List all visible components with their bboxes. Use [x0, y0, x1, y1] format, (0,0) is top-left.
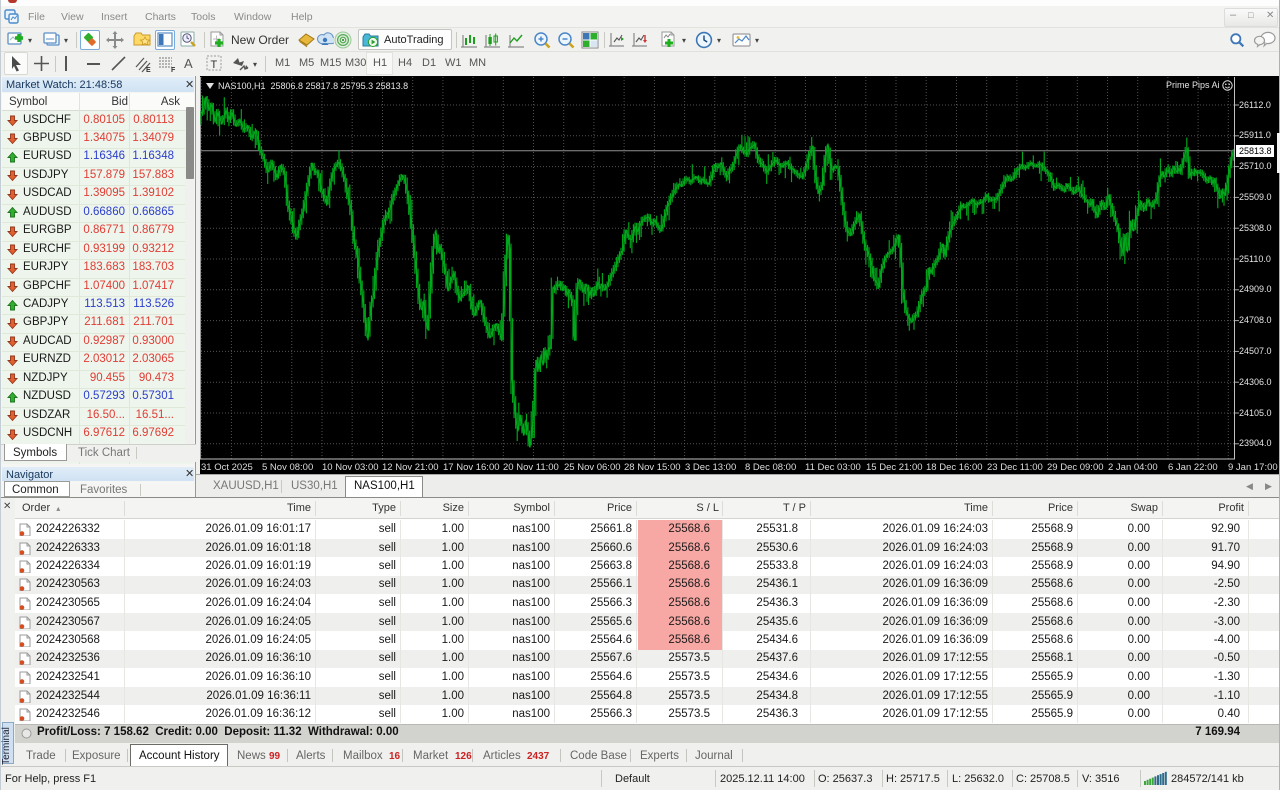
svg-text:E: E: [146, 67, 151, 73]
svg-text:T: T: [211, 59, 218, 71]
svg-text:F: F: [171, 67, 176, 73]
